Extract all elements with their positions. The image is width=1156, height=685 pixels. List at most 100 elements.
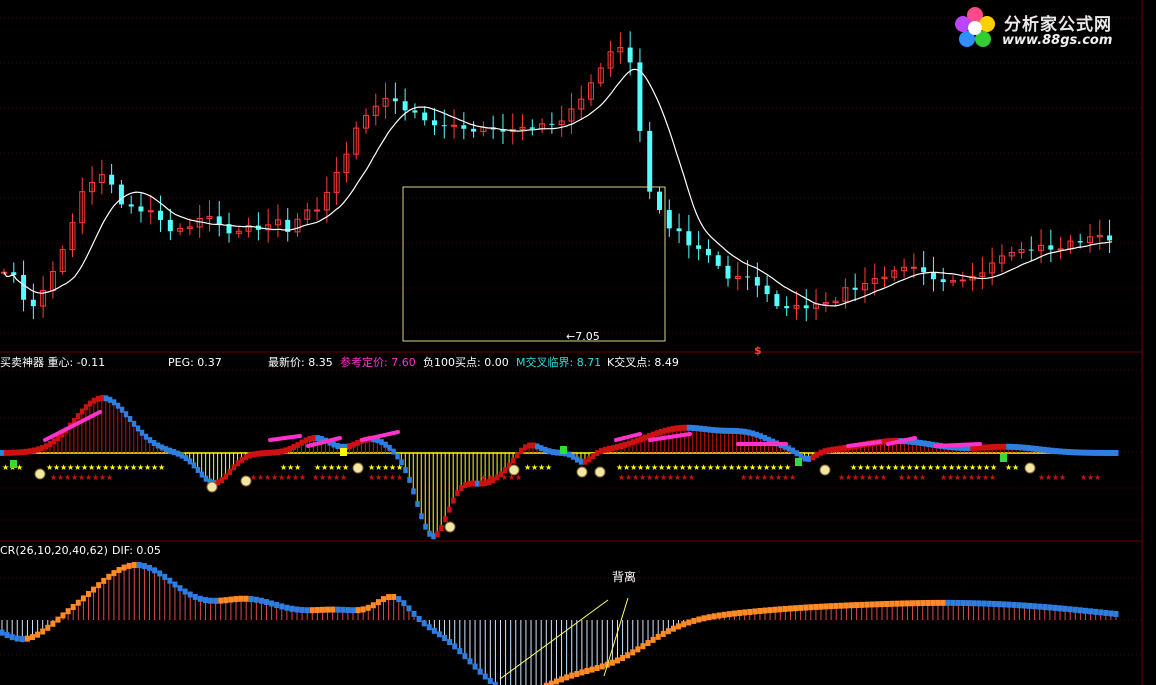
indicator-block: [159, 444, 165, 451]
indicator-block: [539, 445, 544, 452]
candle-body-up: [451, 124, 458, 127]
cr-block: [889, 600, 895, 607]
cr-block: [101, 577, 107, 584]
cr-block: [1067, 606, 1073, 613]
cr-block: [676, 623, 682, 630]
indicator-block: [1058, 448, 1063, 455]
indicator-block: [379, 439, 384, 446]
indicator-block: [1090, 449, 1095, 456]
indicator-block: [1046, 447, 1051, 454]
money-bag-icon: [240, 475, 252, 487]
cr-block: [1037, 603, 1043, 610]
cr-block: [1057, 605, 1063, 612]
cr-block: [645, 640, 651, 647]
cr-block: [884, 600, 890, 607]
star-icon: ★: [294, 463, 301, 472]
candle-body-down: [774, 294, 780, 307]
indicator-block: [570, 453, 576, 460]
indicator-block: [315, 435, 320, 442]
cr-block: [309, 607, 315, 614]
indicator-block: [275, 449, 281, 456]
cr-block: [1027, 602, 1033, 609]
cr-block: [655, 633, 661, 640]
indicator-block: [758, 433, 764, 440]
indicator-block: [239, 456, 245, 463]
cr-block: [747, 608, 753, 615]
candle-body-down: [725, 265, 731, 279]
cr-block: [45, 624, 51, 631]
indicator-block: [630, 439, 636, 446]
star-icon: ★: [990, 463, 997, 472]
candle-body-up: [910, 266, 917, 269]
cr-block: [553, 678, 559, 685]
cr-block: [1103, 609, 1109, 616]
cr-block: [991, 600, 997, 607]
indicator-block: [1026, 445, 1031, 452]
indicator-block: [1010, 443, 1015, 450]
cr-block: [670, 625, 676, 632]
cr-block: [1088, 608, 1094, 615]
cr-block: [915, 600, 921, 607]
indicator-block: [810, 454, 816, 461]
indicator-block: [551, 449, 556, 456]
indicator-block: [7, 449, 13, 456]
cr-block: [365, 604, 371, 611]
indicator-block: [574, 456, 580, 463]
indicator-block: [23, 448, 29, 455]
cr-block: [411, 610, 417, 617]
cr-block: [289, 605, 295, 612]
highlight-box: [402, 186, 666, 342]
cr-block: [726, 611, 732, 618]
cr-block: [1047, 604, 1053, 611]
indicator-block: [746, 429, 752, 436]
cr-block: [1011, 601, 1017, 608]
indicator-block: [31, 447, 37, 454]
indicator-block: [914, 439, 919, 446]
candle-body-down: [715, 255, 721, 266]
cr-block: [182, 588, 188, 595]
indicator-block: [95, 395, 101, 402]
cr-block: [584, 667, 590, 674]
cr-block: [172, 581, 178, 588]
cr-block: [152, 567, 158, 574]
cr-block: [24, 635, 30, 642]
cr-block: [1042, 604, 1048, 611]
indicator-block: [87, 400, 93, 407]
indicator-block: [519, 447, 524, 454]
money-bag-icon: [594, 466, 606, 478]
flower-logo-icon: [955, 7, 995, 47]
indicator-block: [259, 450, 265, 457]
star-icon: ★: [396, 463, 403, 472]
indicator-block: [523, 444, 528, 451]
indicator-block: [642, 434, 648, 441]
cr-block: [167, 577, 173, 584]
cr-block: [955, 599, 961, 606]
indicator-block: [283, 447, 288, 454]
cr-block: [1016, 602, 1022, 609]
cr-block: [1032, 603, 1038, 610]
indicator-block: [235, 460, 241, 467]
cr-block: [691, 617, 697, 624]
indicator-block: [471, 480, 476, 487]
reference-line: [43, 410, 102, 442]
indicator-block: [594, 450, 600, 457]
indicator-block: [1086, 449, 1091, 456]
cr-block: [1113, 610, 1119, 617]
legend-item: K交叉点: 8.49: [607, 356, 679, 369]
indicator-block: [790, 447, 796, 454]
indicator-block: [922, 440, 927, 447]
candle-body-down: [696, 245, 702, 249]
indicator-block: [531, 442, 536, 449]
indicator-block: [1094, 449, 1099, 456]
reference-line: [933, 442, 982, 448]
money-bag-icon: [206, 481, 218, 493]
indicator-block: [439, 525, 444, 532]
indicator-block: [982, 444, 987, 451]
cr-panel: [0, 562, 1119, 685]
indicator-block: [455, 490, 460, 497]
candle-body-down: [754, 277, 760, 286]
indicator-block: [598, 448, 604, 455]
indicator-block: [834, 446, 840, 453]
indicator-block: [347, 443, 352, 450]
cr-block: [798, 604, 804, 611]
